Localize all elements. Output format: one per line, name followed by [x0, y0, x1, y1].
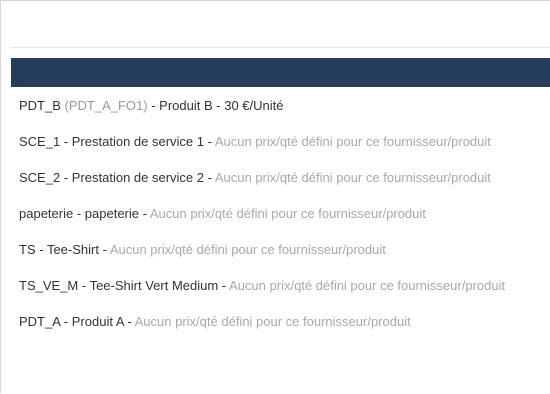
search-input[interactable] [10, 11, 550, 47]
option-note: Aucun prix/qté défini pour ce fournisseu… [214, 134, 491, 149]
option-item[interactable]: TS_VE_M - Tee-Shirt Vert Medium - Aucun … [11, 267, 550, 303]
option-name: Tee-Shirt Vert Medium [89, 278, 219, 293]
option-note: Aucun prix/qté défini pour ce fournisseu… [134, 314, 411, 329]
option-ref: TS [19, 242, 36, 257]
option-note: Aucun prix/qté défini pour ce fournisseu… [109, 242, 386, 257]
option-item[interactable]: SCE_2 - Prestation de service 2 - Aucun … [11, 159, 550, 195]
option-item[interactable]: SCE_1 - Prestation de service 1 - Aucun … [11, 123, 550, 159]
option-item[interactable]: PDT_A - Produit A - Aucun prix/qté défin… [11, 303, 550, 339]
option-note: Aucun prix/qté défini pour ce fournisseu… [149, 206, 426, 221]
option-ref: TS_VE_M [19, 278, 79, 293]
dropdown-header [11, 58, 550, 87]
option-ref: PDT_A [19, 314, 61, 329]
option-name: papeterie [84, 206, 139, 221]
option-ref: SCE_1 [19, 134, 61, 149]
option-price: 30 €/Unité [224, 98, 284, 113]
select-dropdown: PDT_B (PDT_A_FO1) - Produit B - 30 €/Uni… [0, 0, 550, 393]
option-ref: SCE_2 [19, 170, 61, 185]
option-name: Tee-Shirt [46, 242, 99, 257]
option-name: Produit A [71, 314, 124, 329]
option-ref: PDT_B [19, 98, 61, 113]
option-note: Aucun prix/qté défini pour ce fournisseu… [229, 278, 506, 293]
options-list: PDT_B (PDT_A_FO1) - Produit B - 30 €/Uni… [11, 87, 550, 394]
search-box [10, 11, 550, 48]
option-name: Prestation de service 2 [71, 170, 204, 185]
option-alt-ref: (PDT_A_FO1) [64, 98, 148, 113]
option-name: Produit B [159, 98, 213, 113]
option-item[interactable]: PDT_B (PDT_A_FO1) - Produit B - 30 €/Uni… [11, 87, 550, 123]
option-ref: papeterie [19, 206, 74, 221]
option-note: Aucun prix/qté défini pour ce fournisseu… [214, 170, 491, 185]
option-item[interactable]: papeterie - papeterie - Aucun prix/qté d… [11, 195, 550, 231]
option-name: Prestation de service 1 [71, 134, 204, 149]
option-item[interactable]: TS - Tee-Shirt - Aucun prix/qté défini p… [11, 231, 550, 267]
